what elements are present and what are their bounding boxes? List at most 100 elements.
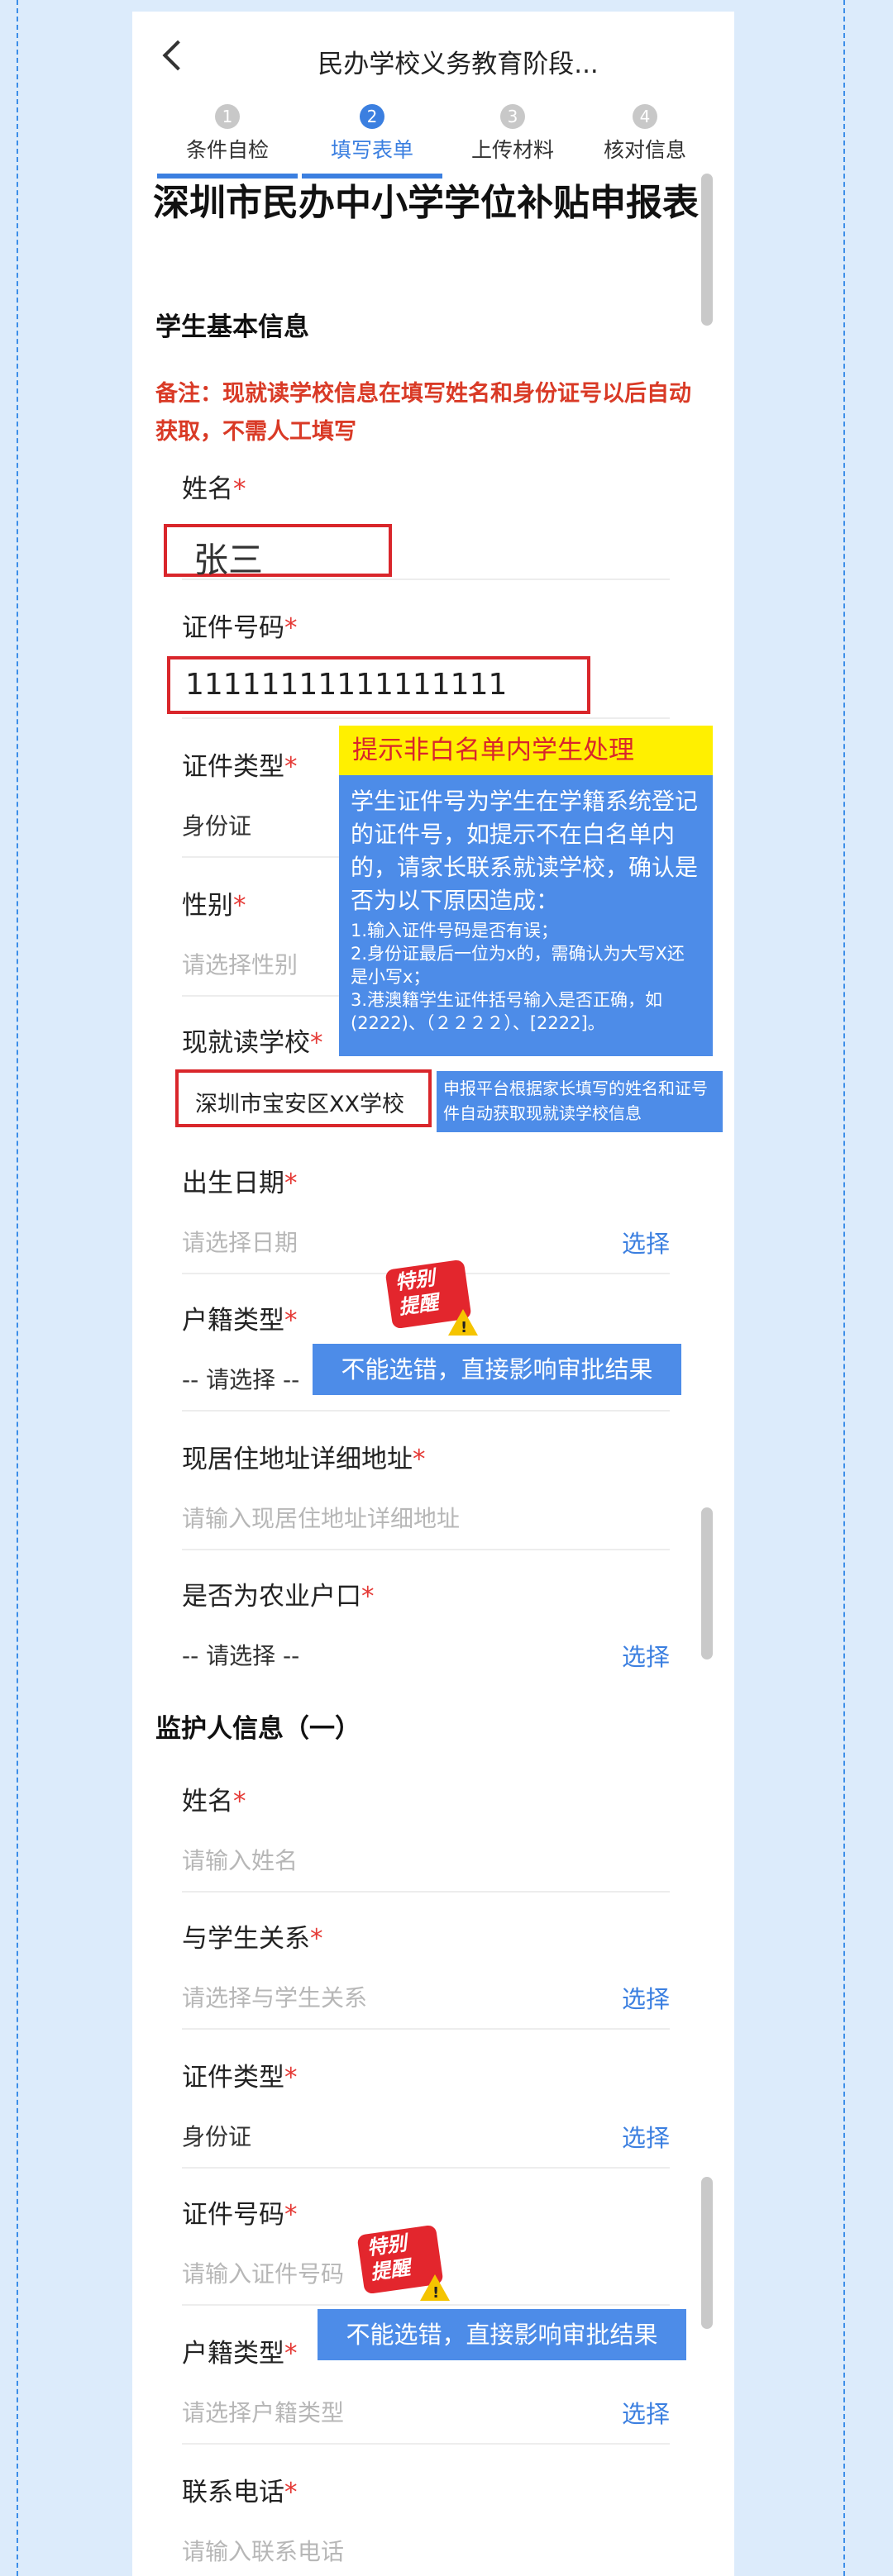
required-star: * (310, 1028, 323, 1058)
required-star: * (284, 2063, 298, 2093)
field-label: 出生日期 (182, 1169, 284, 1198)
required-star: * (310, 1924, 323, 1954)
whitelist-item: 2.身份证最后一位为x的，需确认为大写X还是小写x； (351, 944, 685, 987)
guardian-hukou-warning-banner: 不能选错，直接影响审批结果 (318, 2309, 686, 2360)
select-link[interactable]: 选择 (622, 2119, 670, 2154)
field-placeholder: 请输入联系电话 (182, 2538, 345, 2565)
step-label: 核对信息 (603, 138, 686, 162)
field-label: 姓名 (182, 474, 233, 504)
field-label: 是否为农业户口 (182, 1582, 361, 1612)
divider (182, 2028, 670, 2030)
back-arrow-icon[interactable] (162, 40, 193, 71)
field-label: 性别 (182, 891, 233, 921)
field-label: 证件号码 (182, 613, 284, 643)
field-label: 户籍类型 (182, 1306, 284, 1336)
field-value: -- 请选择 -- (182, 1366, 300, 1393)
required-star: * (284, 2200, 298, 2230)
field-placeholder: 请输入姓名 (182, 1847, 298, 1874)
step-2[interactable]: 2 填写表单 (302, 98, 442, 179)
step-number: 3 (500, 104, 525, 129)
select-link[interactable]: 选择 (622, 2395, 670, 2430)
whitelist-title-banner: 提示非白名单内学生处理 (339, 726, 713, 775)
input-value: 11111111111111111 (185, 668, 508, 702)
field-value: -- 请选择 -- (182, 1642, 300, 1669)
field-value: 身份证 (182, 812, 252, 840)
required-star: * (284, 752, 298, 782)
field-label: 户籍类型 (182, 2339, 284, 2369)
divider (182, 1891, 670, 1893)
whitelist-item: 1.输入证件号码是否有误； (351, 921, 559, 940)
input-value: 张三 (193, 540, 264, 580)
field-placeholder: 请选择性别 (182, 951, 298, 978)
required-star: * (284, 1306, 298, 1336)
select-link[interactable]: 选择 (622, 1225, 670, 1259)
required-star: * (284, 1169, 298, 1198)
divider (182, 1549, 670, 1550)
field-student-agri[interactable]: 是否为农业户口* -- 请选择 -- 选择 (182, 1575, 670, 1699)
field-placeholder: 请选择日期 (182, 1229, 298, 1256)
school-name: 深圳市宝安区XX学校 (195, 1092, 404, 1117)
form-title: 深圳市民办中小学学位补贴申报表 (153, 182, 699, 224)
field-guardian-name[interactable]: 姓名* 请输入姓名 (182, 1780, 670, 1904)
divider (182, 717, 670, 719)
required-star: * (233, 1787, 246, 1817)
step-label: 上传材料 (470, 138, 554, 162)
step-3[interactable]: 3 上传材料 (442, 98, 583, 179)
select-link[interactable]: 选择 (622, 1980, 670, 2015)
step-number: 2 (360, 104, 384, 129)
field-label: 证件类型 (182, 752, 284, 782)
divider (182, 2443, 670, 2445)
field-label: 联系电话 (182, 2478, 284, 2507)
select-link[interactable]: 选择 (622, 1638, 670, 1673)
step-number: 1 (215, 104, 240, 129)
step-number: 4 (633, 104, 657, 129)
required-star: * (361, 1582, 375, 1612)
field-placeholder: 请输入现居住地址详细地址 (182, 1505, 461, 1532)
step-label: 填写表单 (330, 138, 413, 162)
field-label: 证件号码 (182, 2200, 284, 2230)
left-dashed-border (17, 0, 18, 2576)
field-guardian-id-type[interactable]: 证件类型* 身份证 选择 (182, 2056, 670, 2180)
field-value: 身份证 (182, 2123, 252, 2150)
divider (182, 1410, 670, 1412)
field-label: 与学生关系 (182, 1924, 310, 1954)
required-star: * (284, 613, 298, 643)
field-guardian-relation[interactable]: 与学生关系* 请选择与学生关系 选择 (182, 1917, 670, 2041)
special-reminder-badge: 特别 提醒 ! (354, 2224, 450, 2306)
field-label: 现就读学校 (182, 1028, 310, 1058)
required-star: * (413, 1445, 426, 1474)
field-placeholder: 请选择户籍类型 (182, 2399, 345, 2426)
remark-text: 备注：现就读学校信息在填写姓名和身份证号以后自动获取，不需人工填写 (155, 381, 691, 445)
student-school-value: 深圳市宝安区XX学校 (175, 1069, 432, 1127)
step-4[interactable]: 4 核对信息 (575, 98, 715, 179)
student-id-number-input[interactable]: 11111111111111111 (167, 656, 590, 714)
required-star: * (233, 891, 246, 921)
divider (182, 2167, 670, 2169)
field-label: 现居住地址详细地址 (182, 1445, 413, 1474)
required-star: * (284, 2339, 298, 2369)
whitelist-item: 3.港澳籍学生证件括号输入是否正确，如(2222)、（２２２２）、[2222]。 (351, 990, 663, 1033)
nav-bar: 民办学校义务教育阶段... (132, 12, 734, 94)
required-star: * (233, 474, 246, 504)
whitelist-body: 学生证件号为学生在学籍系统登记的证件号，如提示不在白名单内的，请家长联系就读学校… (351, 788, 699, 914)
school-note-box: 申报平台根据家长填写的姓名和证号件自动获取现就读学校信息 (437, 1071, 723, 1132)
step-1[interactable]: 1 条件自检 (157, 98, 298, 179)
field-student-address[interactable]: 现居住地址详细地址* 请输入现居住地址详细地址 (182, 1438, 670, 1562)
section-student-info: 学生基本信息 (155, 312, 309, 342)
field-label: 证件类型 (182, 2063, 284, 2093)
whitelist-note-box: 学生证件号为学生在学籍系统登记的证件号，如提示不在白名单内的，请家长联系就读学校… (339, 775, 713, 1056)
field-guardian-phone[interactable]: 联系电话* 请输入联系电话 (182, 2471, 670, 2576)
step-label: 条件自检 (185, 138, 269, 162)
required-star: * (284, 2478, 298, 2507)
hukou-warning-banner: 不能选错，直接影响审批结果 (313, 1344, 681, 1395)
section-guardian-info: 监护人信息（一） (155, 1714, 361, 1744)
step-indicator: 1 条件自检 2 填写表单 3 上传材料 4 核对信息 (132, 98, 734, 179)
special-reminder-badge: 特别 提醒 ! (382, 1259, 478, 1340)
student-name-input[interactable]: 张三 (164, 524, 392, 580)
right-dashed-border (843, 0, 845, 2576)
scrollbar-thumb[interactable] (701, 174, 713, 326)
scrollbar-thumb[interactable] (701, 1507, 713, 1659)
field-label: 姓名 (182, 1787, 233, 1817)
scrollbar-thumb[interactable] (701, 2177, 713, 2329)
field-placeholder: 请选择与学生关系 (182, 1984, 368, 2012)
